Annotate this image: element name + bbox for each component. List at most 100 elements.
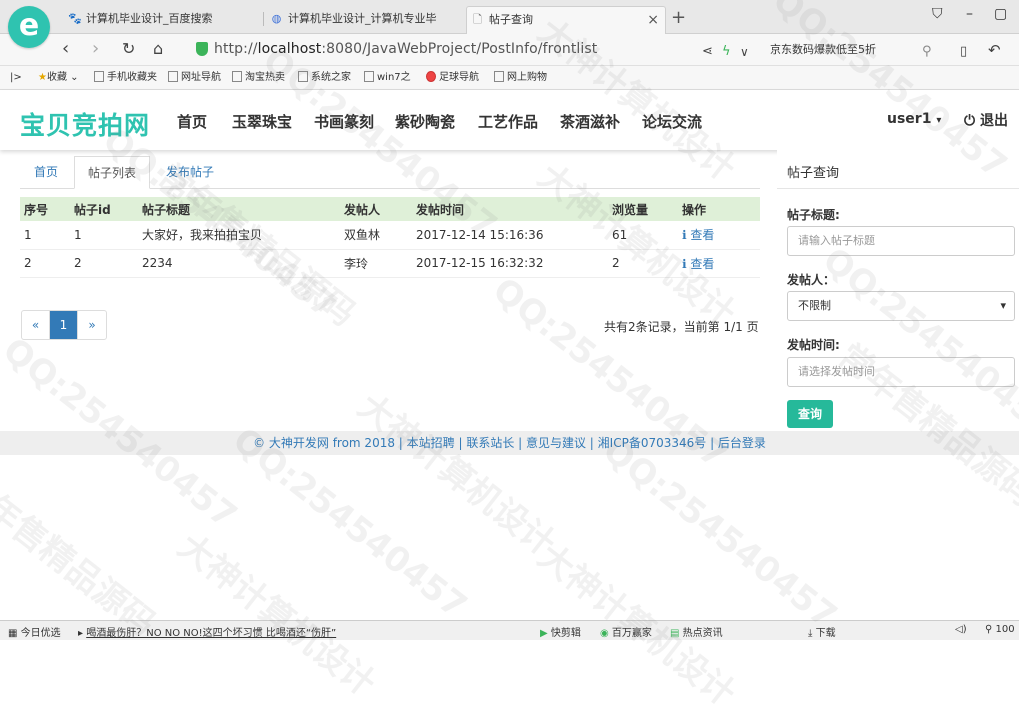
nav-item-painting[interactable]: 书画篆刻 [314,111,374,132]
reload-icon[interactable]: ↻ [122,39,135,59]
browser-logo-icon: e [8,6,50,48]
url-path: :8080/JavaWebProject/PostInfo/frontlist [321,41,598,57]
status-item[interactable]: ▶ 快剪辑 [540,624,581,639]
search-icon[interactable]: ⚲ [922,42,932,62]
page-button-current[interactable]: 1 [50,311,78,339]
post-time-input[interactable]: 请选择发帖时间 [787,357,1015,387]
sidebar-toggle-icon[interactable]: |> [10,71,22,85]
next-page-button[interactable]: » [78,311,106,339]
nav-item-tea[interactable]: 茶酒滋补 [560,111,620,132]
cell-title: 2234 [138,249,340,278]
bookmark-item[interactable]: ★收藏 ⌄ [38,71,79,85]
bookmark-item[interactable]: 淘宝热卖 [232,71,285,85]
browser-tab-active[interactable]: 🗋 帖子查询 × [466,6,666,34]
column-header: 操作 [678,197,760,221]
news-icon: ▤ [670,628,680,639]
share-icon[interactable]: ⋖ [702,42,713,62]
maximize-icon[interactable]: ▢ [994,6,1007,22]
undo-icon[interactable]: ↶ [988,40,1001,60]
browser-tab[interactable]: ◍ 计算机毕业设计_计算机专业毕 [266,6,462,34]
news-ticker[interactable]: ▸ 喝酒最伤肝？NO NO NO!这四个坏习惯 比喝酒还“伤肝” [78,624,336,639]
status-item[interactable]: ▤ 热点资讯 [670,624,723,639]
cell-post-id: 1 [70,221,138,250]
author-select[interactable]: 不限制 [787,291,1015,321]
user-menu[interactable]: user1 ▾ [887,111,941,127]
tab-label: 计算机毕业设计_计算机专业毕 [288,12,437,25]
time-label: 发帖时间: [787,338,840,352]
today-pick[interactable]: ▦ 今日优选 [8,624,61,639]
watermark: 大神计算机设计 [350,386,563,565]
table-row: 2 2 2234 李玲 2017-12-15 16:32:32 2 ℹ 查看 [20,249,760,278]
cell-views: 2 [608,249,678,278]
paw-icon: 🐾 [68,12,82,25]
post-table: 序号 帖子id 帖子标题 发帖人 发帖时间 浏览量 操作 1 1 大家好，我来拍… [20,197,760,278]
cell-author: 李玲 [340,249,412,278]
browser-tab[interactable]: 🐾 计算机毕业设计_百度搜索 [64,6,264,34]
info-icon: ℹ [682,256,687,271]
bookmark-item[interactable]: 手机收藏夹 [94,71,157,85]
title-label: 帖子标题: [787,208,840,222]
view-link[interactable]: ℹ 查看 [682,257,714,271]
tablet-icon[interactable]: ▯ [960,42,967,62]
search-suggestion[interactable]: 京东数码爆款低至5折 [770,41,876,57]
username: user1 [887,111,932,127]
tab-post-list[interactable]: 帖子列表 [74,156,150,189]
close-tab-icon[interactable]: × [647,7,659,33]
author-label: 发帖人： [787,273,836,287]
nav-item-home[interactable]: 首页 [177,111,207,132]
back-icon[interactable]: ‹ [62,39,69,59]
cell-author: 双鱼林 [340,221,412,250]
nav-item-ceramics[interactable]: 紫砂陶瓷 [395,111,455,132]
lightning-icon[interactable]: ϟ [722,42,731,62]
tab-publish-post[interactable]: 发布帖子 [152,156,228,189]
view-link[interactable]: ℹ 查看 [682,228,714,242]
bookmark-item[interactable]: 网上购物 [494,71,547,85]
browser-nav-bar: ‹ › ↻ ⌂ http://localhost:8080/JavaWebPro… [0,34,1019,66]
site-brand[interactable]: 宝贝竞拍网 [20,106,150,142]
volume-icon[interactable]: ◁) [955,624,967,635]
bookmark-item[interactable]: 系统之家 [298,71,351,85]
chevron-down-icon[interactable]: ∨ [740,42,749,62]
power-icon: ⏻ [964,113,976,129]
record-count: 共有2条记录，当前第 1/1 页 [604,320,759,334]
column-header: 序号 [20,197,70,221]
post-title-input[interactable]: 请输入帖子标题 [787,226,1015,256]
bookmarks-bar: |> ★收藏 ⌄ 手机收藏夹 网址导航 淘宝热卖 系统之家 win7之 足球导航… [0,66,1019,90]
table-header-row: 序号 帖子id 帖子标题 发帖人 发帖时间 浏览量 操作 [20,197,760,221]
bookmark-item[interactable]: win7之 [364,71,411,85]
url-prefix: http:// [214,41,258,57]
column-header: 发帖人 [340,197,412,221]
bookmark-item[interactable]: 网址导航 [168,71,221,85]
zoom-icon: ⚲ [985,624,993,635]
nav-item-jade[interactable]: 玉翠珠宝 [232,111,292,132]
new-tab-icon[interactable]: + [671,7,686,28]
caret-down-icon: ▾ [936,115,942,126]
home-icon[interactable]: ⌂ [153,39,163,59]
page-icon: ◍ [271,12,282,25]
tab-label: 计算机毕业设计_百度搜索 [86,12,213,25]
shirt-icon[interactable]: ⛉ [932,6,943,22]
tab-label: 帖子查询 [489,13,533,26]
column-header: 浏览量 [608,197,678,221]
grid-icon: ▦ [8,628,18,639]
column-header: 发帖时间 [412,197,608,221]
logout-button[interactable]: ⏻ 退出 [964,110,1008,130]
nav-item-forum[interactable]: 论坛交流 [642,111,702,132]
cell-time: 2017-12-15 16:32:32 [412,249,608,278]
address-bar[interactable]: http://localhost:8080/JavaWebProject/Pos… [214,41,597,57]
pagination: « 1 » [21,310,107,340]
zoom-control[interactable]: ⚲ 100 [985,624,1015,635]
browser-status-bar: ▦ 今日优选 ▸ 喝酒最伤肝？NO NO NO!这四个坏习惯 比喝酒还“伤肝” … [0,620,1019,640]
status-item[interactable]: ◉ 百万赢家 [600,624,652,639]
minimize-icon[interactable]: – [966,6,973,22]
forward-icon[interactable]: › [92,39,99,59]
status-item[interactable]: ⤓ 下载 [808,624,836,639]
prev-page-button[interactable]: « [22,311,50,339]
tab-home[interactable]: 首页 [20,156,72,189]
query-button[interactable]: 查询 [787,400,833,428]
table-row: 1 1 大家好，我来拍拍宝贝 双鱼林 2017-12-14 15:16:36 6… [20,221,760,250]
column-header: 帖子id [70,197,138,221]
bookmark-item[interactable]: 足球导航 [426,71,479,85]
download-icon: ⤓ [808,628,813,639]
nav-item-crafts[interactable]: 工艺作品 [478,111,538,132]
